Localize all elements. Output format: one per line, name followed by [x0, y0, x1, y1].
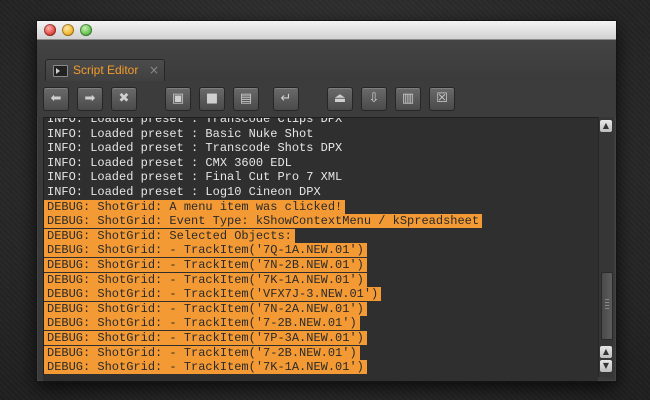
output-lines: INFO: Loaded preset : Transcode Clips DP… — [44, 117, 599, 376]
show-output-button[interactable]: ⇩ — [361, 87, 387, 111]
vertical-scrollbar[interactable]: ▲ ▲ ▼ — [598, 117, 613, 377]
scrollbar-thumb[interactable] — [601, 272, 613, 340]
log-line-text: INFO: Loaded preset : Transcode Shots DP… — [47, 141, 343, 156]
debug-log-line: DEBUG: ShotGrid: - TrackItem('7K-1A.NEW.… — [44, 360, 599, 375]
scroll-up-icon[interactable]: ▲ — [600, 120, 612, 132]
info-log-line: INFO: Loaded preset : Final Cut Pro 7 XM… — [44, 170, 599, 185]
debug-log-line: DEBUG: ShotGrid: A menu item was clicked… — [44, 199, 599, 215]
log-line-text: INFO: Loaded preset : CMX 3600 EDL — [47, 155, 292, 170]
grip-line — [605, 299, 609, 300]
log-line-text: INFO: Loaded preset : Basic Nuke Shot — [47, 126, 314, 141]
clear-button[interactable]: ✖ — [111, 87, 137, 111]
log-line-text: DEBUG: ShotGrid: - TrackItem('7P-3A.NEW.… — [44, 330, 367, 345]
tab-close-icon[interactable]: × — [149, 63, 159, 77]
log-line-text: DEBUG: ShotGrid: - TrackItem('7N-2B.NEW.… — [44, 257, 367, 272]
debug-log-line: DEBUG: ShotGrid: - TrackItem('VFX7J-3.NE… — [44, 287, 599, 302]
script-toolbar: ⬅ ➡ ✖ ▣ ■ ▤ ↵ ⏏ ⇩ ▥ ☒ — [37, 81, 616, 117]
load-button[interactable]: ■ — [199, 87, 225, 111]
load-icon: ■ — [205, 91, 219, 106]
right-arrow-icon: ➡ — [84, 91, 96, 106]
save-icon: ▤ — [239, 91, 253, 106]
back-button[interactable]: ⬅ — [43, 87, 69, 111]
log-line-text: DEBUG: ShotGrid: Selected Objects: — [44, 228, 295, 243]
info-log-line: INFO: Loaded preset : Log10 Cineon DPX — [44, 185, 599, 200]
debug-log-line: DEBUG: ShotGrid: - TrackItem('7N-2A.NEW.… — [44, 301, 599, 317]
log-line-text: DEBUG: ShotGrid: - TrackItem('7-2B.NEW.0… — [44, 345, 360, 360]
minimize-window-button[interactable] — [62, 24, 74, 36]
eject-up-icon: ⏏ — [333, 91, 347, 106]
log-line-text: DEBUG: ShotGrid: - TrackItem('7K-1A.NEW.… — [44, 360, 367, 375]
left-arrow-icon: ⬅ — [50, 91, 62, 106]
log-line-text: DEBUG: ShotGrid: - TrackItem('7K-1A.NEW.… — [44, 272, 367, 287]
tab-bar: Script Editor × — [37, 40, 616, 82]
run-button[interactable]: ↵ — [273, 87, 299, 111]
debug-log-line: DEBUG: ShotGrid: - TrackItem('7P-3A.NEW.… — [44, 330, 599, 346]
close-window-button[interactable] — [44, 24, 56, 36]
log-line-text: INFO: Loaded preset : Final Cut Pro 7 XM… — [47, 170, 343, 185]
debug-log-line: DEBUG: ShotGrid: Event Type: kShowContex… — [44, 214, 599, 229]
debug-log-line: DEBUG: ShotGrid: - TrackItem('7N-2B.NEW.… — [44, 257, 599, 273]
grip-line — [605, 308, 609, 309]
return-arrow-icon: ↵ — [280, 91, 292, 106]
clear-output-button[interactable]: ☒ — [429, 87, 455, 111]
terminal-icon — [53, 65, 68, 77]
debug-log-line: DEBUG: ShotGrid: - TrackItem('7-2B.NEW.0… — [44, 316, 599, 331]
console-bottom-strip — [43, 375, 598, 381]
scroll-down-icon[interactable]: ▼ — [600, 360, 612, 372]
log-line-text: DEBUG: ShotGrid: Event Type: kShowContex… — [44, 214, 483, 229]
log-line-text: DEBUG: ShotGrid: - TrackItem('VFX7J-3.NE… — [44, 287, 382, 302]
log-line-text: DEBUG: ShotGrid: - TrackItem('7N-2A.NEW.… — [44, 301, 367, 316]
save-button[interactable]: ▤ — [233, 87, 259, 111]
scroll-up-lower-icon[interactable]: ▲ — [600, 346, 612, 358]
down-arrow-icon: ⇩ — [368, 91, 380, 106]
debug-log-line: DEBUG: ShotGrid: - TrackItem('7Q-1A.NEW.… — [44, 243, 599, 258]
source-icon: ▣ — [171, 91, 185, 106]
split-panel-icon: ▥ — [401, 91, 415, 106]
log-line-text: DEBUG: ShotGrid: A menu item was clicked… — [44, 199, 346, 214]
log-line-text: DEBUG: ShotGrid: - TrackItem('7Q-1A.NEW.… — [44, 243, 367, 258]
debug-log-line: DEBUG: ShotGrid: - TrackItem('7K-1A.NEW.… — [44, 272, 599, 288]
debug-log-line: DEBUG: ShotGrid: - TrackItem('7-2B.NEW.0… — [44, 345, 599, 361]
output-console[interactable]: INFO: Loaded preset : Transcode Clips DP… — [43, 117, 600, 377]
debug-log-line: DEBUG: ShotGrid: Selected Objects: — [44, 228, 599, 244]
info-log-line: INFO: Loaded preset : Basic Nuke Shot — [44, 127, 599, 142]
info-log-line: INFO: Loaded preset : Transcode Clips DP… — [44, 117, 599, 127]
log-line-text: DEBUG: ShotGrid: - TrackItem('7-2B.NEW.0… — [44, 316, 360, 331]
tab-label: Script Editor — [73, 63, 139, 77]
tab-script-editor[interactable]: Script Editor × — [45, 59, 165, 82]
grip-line — [605, 302, 609, 303]
log-line-text: INFO: Loaded preset : Transcode Clips DP… — [47, 117, 343, 126]
log-line-text: INFO: Loaded preset : Log10 Cineon DPX — [47, 184, 321, 199]
split-view-button[interactable]: ▥ — [395, 87, 421, 111]
source-button[interactable]: ▣ — [165, 87, 191, 111]
zoom-window-button[interactable] — [80, 24, 92, 36]
clear-output-icon: ☒ — [436, 91, 448, 106]
info-log-line: INFO: Loaded preset : Transcode Shots DP… — [44, 141, 599, 156]
window-titlebar — [37, 21, 616, 40]
script-editor-window: Script Editor × ⬅ ➡ ✖ ▣ ■ ▤ ↵ ⏏ ⇩ ▥ ☒ INFO: Loaded… — [36, 20, 617, 382]
forward-button[interactable]: ➡ — [77, 87, 103, 111]
grip-line — [605, 305, 609, 306]
show-input-button[interactable]: ⏏ — [327, 87, 353, 111]
clear-icon: ✖ — [118, 91, 130, 106]
info-log-line: INFO: Loaded preset : CMX 3600 EDL — [44, 156, 599, 171]
